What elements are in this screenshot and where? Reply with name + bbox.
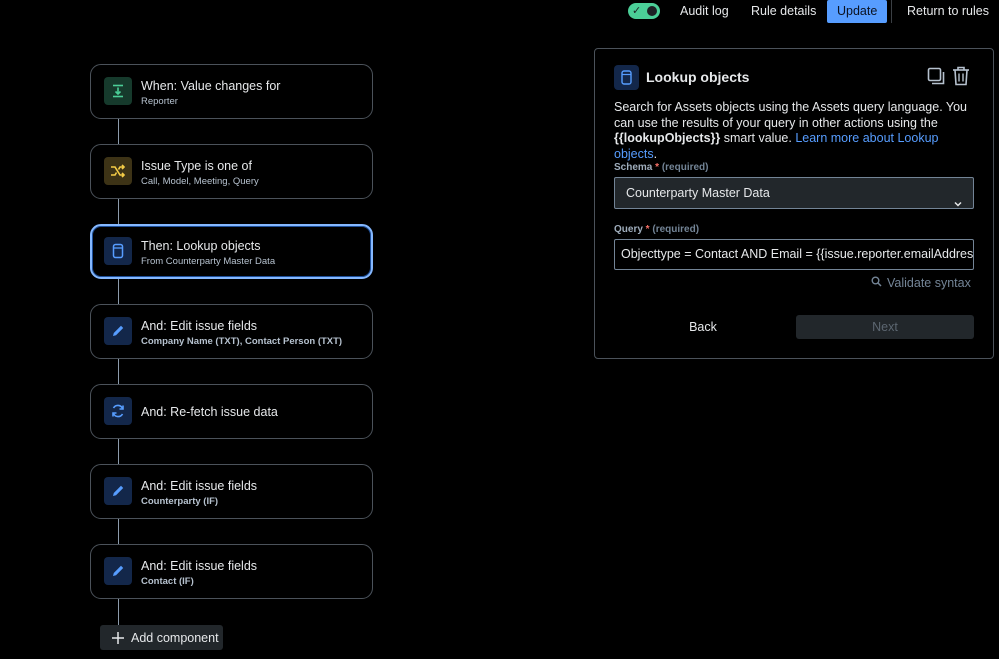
add-component-label: Add component	[131, 630, 219, 645]
component-title: And: Edit issue fields	[141, 319, 258, 333]
lookup-objects-icon	[104, 237, 132, 265]
component-subtitle: Reporter	[141, 96, 178, 107]
refetch-issue-data-component-card[interactable]: And: Re-fetch issue data	[90, 384, 373, 439]
edit-issue-fields-component-card[interactable]: And: Edit issue fields Company Name (TXT…	[90, 304, 373, 359]
rule-enabled-toggle[interactable]: ✓	[628, 3, 660, 19]
pencil-icon	[104, 477, 132, 505]
trigger-component-card[interactable]: When: Value changes for Reporter	[90, 64, 373, 119]
audit-log-button[interactable]: Audit log	[670, 0, 739, 23]
lookup-objects-config-panel: Lookup objects Search for Assets objects…	[594, 48, 994, 359]
edit-issue-fields-component-card[interactable]: And: Edit issue fields Contact (IF)	[90, 544, 373, 599]
plus-icon	[111, 631, 125, 645]
desc-text: Search for Assets objects using the Asse…	[614, 100, 968, 130]
schema-select[interactable]: Counterparty Master Data	[614, 177, 974, 209]
panel-title: Lookup objects	[646, 69, 750, 85]
schema-select-value: Counterparty Master Data	[626, 186, 770, 200]
back-button[interactable]: Back	[614, 315, 792, 339]
query-input[interactable]: Objecttype = Contact AND Email = {{issue…	[614, 239, 974, 270]
required-asterisk: *	[652, 162, 660, 173]
required-hint: (required)	[652, 224, 700, 235]
query-label-text: Query	[614, 224, 643, 235]
check-icon: ✓	[632, 5, 642, 17]
schema-label-text: Schema	[614, 162, 653, 173]
connector-line	[118, 599, 119, 625]
connector-line	[118, 199, 119, 225]
desc-text: smart value.	[720, 131, 796, 145]
rule-details-button[interactable]: Rule details	[741, 0, 826, 23]
component-subtitle: From Counterparty Master Data	[141, 256, 276, 267]
desc-text: .	[653, 146, 658, 161]
update-button[interactable]: Update	[827, 0, 888, 23]
pencil-icon	[104, 557, 132, 585]
component-title: And: Edit issue fields	[141, 559, 258, 573]
pencil-icon	[104, 317, 132, 345]
toggle-knob	[647, 6, 657, 16]
return-to-rules-button[interactable]: Return to rules	[897, 0, 999, 23]
component-subtitle: Call, Model, Meeting, Query	[141, 176, 259, 187]
lookup-objects-icon	[614, 65, 639, 90]
copy-icon[interactable]	[927, 67, 946, 91]
smart-value-text: {{lookupObjects}}	[614, 131, 721, 145]
search-icon	[871, 276, 882, 290]
required-asterisk: *	[642, 224, 650, 235]
chevron-down-icon	[953, 189, 963, 219]
connector-line	[118, 279, 119, 305]
component-subtitle: Company Name (TXT), Contact Person (TXT)	[141, 336, 343, 347]
component-subtitle: Counterparty (IF)	[141, 496, 219, 507]
connector-line	[118, 119, 119, 145]
required-hint: (required)	[661, 162, 709, 173]
connector-line	[118, 519, 119, 545]
add-component-button[interactable]: Add component	[100, 625, 223, 650]
refresh-icon	[104, 397, 132, 425]
validate-syntax-label: Validate syntax	[887, 276, 971, 290]
lookup-objects-component-card[interactable]: Then: Lookup objects From Counterparty M…	[90, 224, 373, 279]
next-button[interactable]: Next	[796, 315, 974, 339]
branch-condition-icon	[104, 157, 132, 185]
panel-description: Search for Assets objects using the Asse…	[614, 100, 974, 162]
component-title: And: Re-fetch issue data	[141, 405, 278, 419]
trash-icon[interactable]	[952, 66, 970, 91]
validate-syntax-button[interactable]: Validate syntax	[871, 276, 971, 290]
component-title: Then: Lookup objects	[141, 239, 261, 253]
component-title: And: Edit issue fields	[141, 479, 258, 493]
schema-label: Schema * (required)	[614, 162, 708, 173]
top-bar: ✓ Audit log Rule details Update Return t…	[0, 0, 999, 24]
query-label: Query * (required)	[614, 224, 699, 235]
connector-line	[118, 359, 119, 385]
component-subtitle: Contact (IF)	[141, 576, 194, 587]
component-title: Issue Type is one of	[141, 159, 252, 173]
connector-line	[118, 439, 119, 465]
component-title: When: Value changes for	[141, 79, 281, 93]
edit-issue-fields-component-card[interactable]: And: Edit issue fields Counterparty (IF)	[90, 464, 373, 519]
value-change-icon	[104, 77, 132, 105]
condition-component-card[interactable]: Issue Type is one of Call, Model, Meetin…	[90, 144, 373, 199]
divider	[891, 0, 892, 23]
